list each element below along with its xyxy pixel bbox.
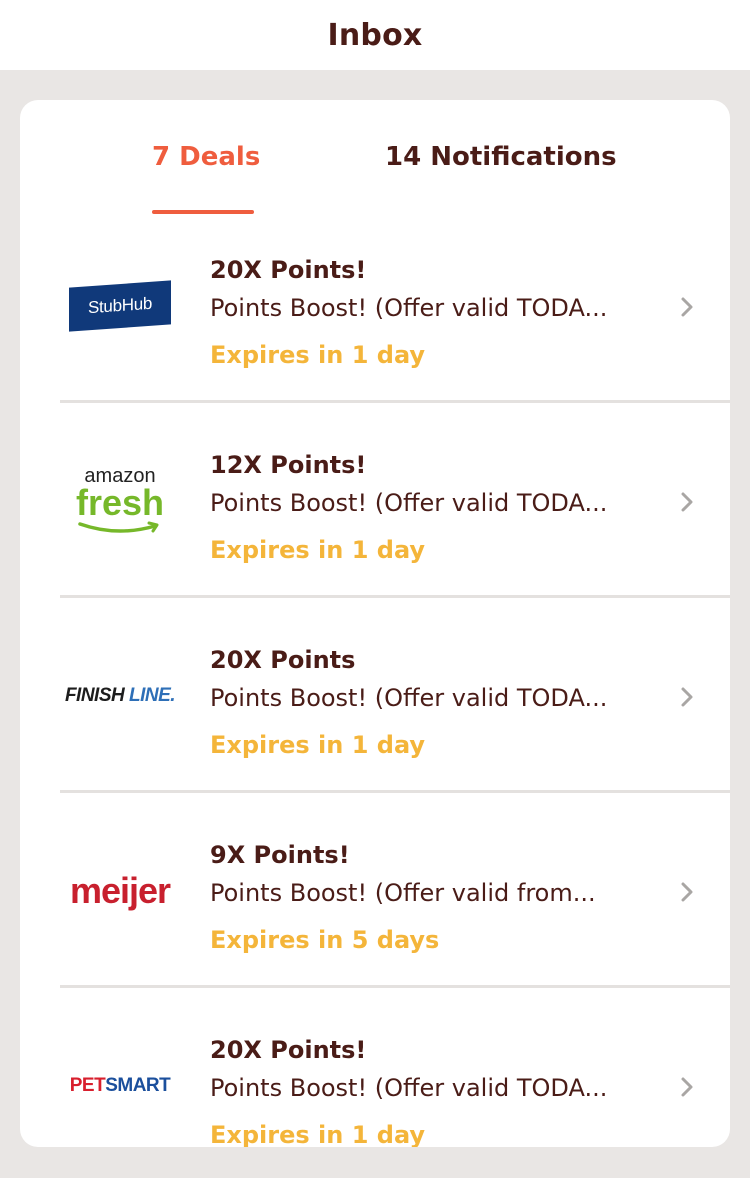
- meijer-logo-text: meijer: [69, 869, 171, 911]
- deal-expiry: Expires in 1 day: [210, 731, 426, 759]
- meijer-logo: meijer: [60, 793, 180, 988]
- chevron-right-icon: [681, 492, 693, 512]
- amazon-fresh-logo: amazon fresh: [60, 403, 180, 598]
- deal-expiry: Expires in 5 days: [210, 926, 440, 954]
- deal-item-finish-line[interactable]: FINISH LINE. 20X Points Points Boost! (O…: [60, 598, 730, 793]
- deal-expiry: Expires in 1 day: [210, 341, 426, 369]
- page-title: Inbox: [327, 17, 423, 53]
- deal-points: 20X Points: [210, 646, 356, 674]
- deal-expiry: Expires in 1 day: [210, 1121, 426, 1147]
- deal-item-petsmart[interactable]: PETSMART 20X Points! Points Boost! (Offe…: [60, 988, 730, 1147]
- deal-item-stubhub[interactable]: StubHub 20X Points! Points Boost! (Offer…: [60, 208, 730, 403]
- deal-description: Points Boost! (Offer valid TODA...: [210, 684, 608, 712]
- deal-points: 9X Points!: [210, 841, 350, 869]
- tab-bar: 7 Deals 14 Notifications: [20, 100, 730, 215]
- pet-logo-text: PET: [69, 1074, 106, 1096]
- chevron-right-icon: [681, 1077, 693, 1097]
- chevron-right-icon: [681, 687, 693, 707]
- stubhub-logo: StubHub: [60, 208, 180, 403]
- deal-item-amazon-fresh[interactable]: amazon fresh 12X Points! Points Boost! (…: [60, 403, 730, 598]
- tab-notifications[interactable]: 14 Notifications: [385, 142, 617, 172]
- deal-expiry: Expires in 1 day: [210, 536, 426, 564]
- line-logo-text: LINE.: [124, 684, 176, 706]
- inbox-card: 7 Deals 14 Notifications StubHub 20X Poi…: [20, 100, 730, 1147]
- deal-description: Points Boost! (Offer valid TODA...: [210, 1074, 608, 1102]
- stubhub-logo-text: StubHub: [87, 293, 153, 317]
- smart-logo-text: SMART: [105, 1074, 171, 1096]
- deal-points: 12X Points!: [210, 451, 367, 479]
- top-bar: Inbox: [0, 0, 750, 70]
- petsmart-logo: PETSMART: [60, 988, 180, 1147]
- deal-description: Points Boost! (Offer valid TODA...: [210, 294, 608, 322]
- deal-points: 20X Points!: [210, 1036, 367, 1064]
- finish-logo-text: FINISH: [64, 684, 125, 706]
- fresh-logo-text: fresh: [75, 482, 165, 523]
- deal-points: 20X Points!: [210, 256, 367, 284]
- tab-deals[interactable]: 7 Deals: [152, 142, 260, 172]
- deal-description: Points Boost! (Offer valid from...: [210, 879, 596, 907]
- deal-description: Points Boost! (Offer valid TODA...: [210, 489, 608, 517]
- chevron-right-icon: [681, 297, 693, 317]
- deal-item-meijer[interactable]: meijer 9X Points! Points Boost! (Offer v…: [60, 793, 730, 988]
- amazon-smile-icon: [78, 521, 159, 533]
- chevron-right-icon: [681, 882, 693, 902]
- finish-line-logo: FINISH LINE.: [60, 598, 180, 793]
